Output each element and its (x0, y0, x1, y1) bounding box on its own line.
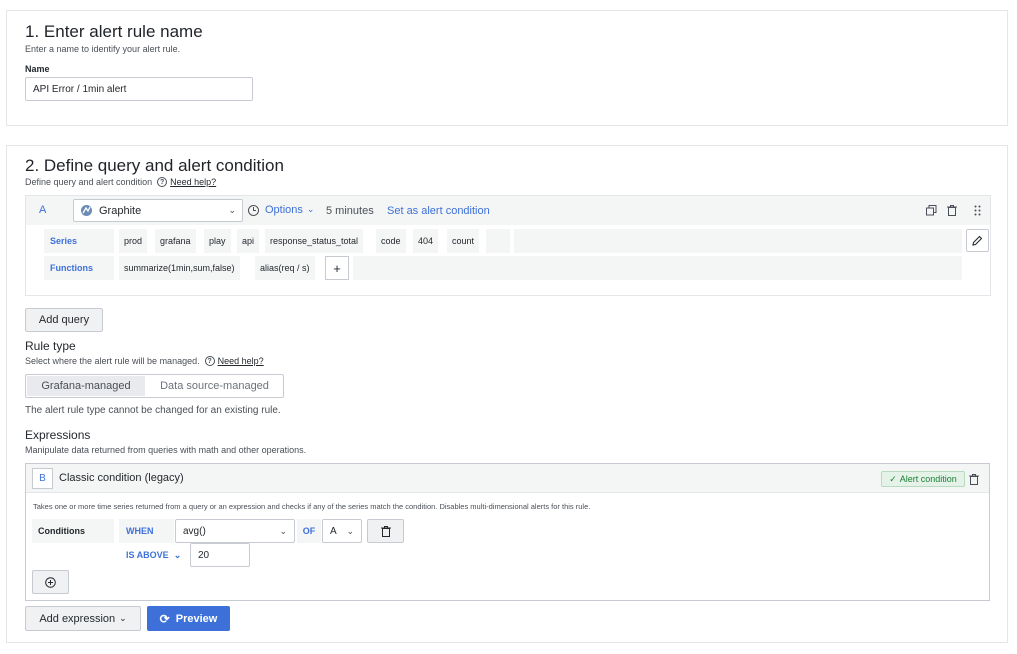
series-row: Series prod grafana play api response_st… (44, 229, 962, 253)
functions-label: Functions (44, 256, 114, 280)
chevron-down-icon: ⌄ (228, 205, 236, 215)
reducer-value: avg() (183, 525, 206, 537)
section-2-description-text: Define query and alert condition (25, 177, 153, 187)
add-expression-button[interactable]: Add expression ⌄ (25, 606, 141, 631)
datasource-picker[interactable]: Graphite ⌄ (73, 199, 243, 222)
drag-handle-icon[interactable] (971, 204, 983, 216)
preview-label: Preview (175, 612, 218, 625)
refresh-icon: ⟳ (159, 611, 170, 626)
functions-row-fill (353, 256, 962, 280)
section-1-title: 1. Enter alert rule name (25, 22, 203, 41)
reducer-select[interactable]: avg() ⌄ (175, 519, 295, 543)
help-icon: ? (157, 177, 168, 187)
section-1-description: Enter a name to identify your alert rule… (25, 44, 181, 54)
trash-icon[interactable] (946, 204, 958, 216)
rule-type-description: Select where the alert rule will be mana… (25, 356, 264, 366)
of-label: OF (297, 519, 321, 543)
plus-circle-icon (45, 576, 56, 588)
expressions-description: Manipulate data returned from queries wi… (25, 445, 307, 455)
options-label: Options (265, 204, 303, 216)
section-2-description: Define query and alert condition ? Need … (25, 177, 216, 187)
clock-icon (248, 205, 259, 216)
series-segment[interactable]: prod (119, 229, 148, 253)
threshold-input[interactable]: 20 (190, 543, 250, 567)
graphite-icon (80, 204, 93, 217)
query-ref-select[interactable]: A ⌄ (322, 519, 362, 543)
chevron-down-icon: ⌄ (306, 204, 315, 214)
rule-type-note: The alert rule type cannot be changed fo… (25, 405, 281, 416)
functions-row: Functions summarize(1min,sum,false) alia… (44, 256, 962, 280)
duplicate-icon[interactable] (925, 204, 937, 216)
series-segment[interactable]: 404 (413, 229, 439, 253)
expression-ref-id[interactable]: B (32, 468, 53, 489)
series-segment[interactable]: code (376, 229, 406, 253)
rule-type-title: Rule type (25, 339, 76, 353)
help-icon: ? (204, 356, 215, 366)
rule-type-description-text: Select where the alert rule will be mana… (25, 356, 200, 366)
preview-button[interactable]: ⟳ Preview (147, 606, 230, 631)
tab-grafana-managed[interactable]: Grafana-managed (27, 376, 145, 396)
series-segment[interactable]: api (237, 229, 260, 253)
trash-icon (380, 525, 391, 537)
name-label: Name (25, 64, 50, 74)
add-expression-label: Add expression (39, 612, 116, 625)
set-alert-condition-link[interactable]: Set as alert condition (387, 205, 490, 217)
series-segment-empty[interactable] (486, 229, 510, 253)
need-help-link[interactable]: Need help? (218, 356, 264, 366)
edit-query-button[interactable] (966, 229, 989, 252)
expressions-title: Expressions (25, 428, 91, 442)
remove-condition-button[interactable] (367, 519, 404, 543)
expression-title: Classic condition (legacy) (59, 472, 184, 484)
chevron-down-icon: ⌄ (279, 525, 287, 536)
series-segment[interactable]: play (204, 229, 231, 253)
function-item[interactable]: summarize(1min,sum,false) (119, 256, 240, 280)
chevron-down-icon: ⌄ (346, 525, 354, 536)
when-label: WHEN (119, 519, 174, 543)
series-segment[interactable]: count (447, 229, 480, 253)
evaluator-label: IS ABOVE (126, 550, 169, 560)
pencil-icon (972, 235, 983, 246)
series-row-fill (514, 229, 962, 253)
chevron-down-icon: ⌄ (173, 549, 182, 560)
options-toggle[interactable]: Options ⌄ (265, 204, 314, 216)
tab-data-source-managed[interactable]: Data source-managed (147, 376, 282, 396)
section-2-title: 2. Define query and alert condition (25, 156, 284, 175)
query-ref-id[interactable]: A (39, 204, 46, 216)
need-help-link[interactable]: Need help? (170, 177, 216, 187)
check-icon: ✓ (889, 473, 897, 484)
alert-name-input[interactable]: API Error / 1min alert (25, 77, 253, 101)
time-range: 5 minutes (326, 205, 374, 217)
add-query-button[interactable]: Add query (25, 308, 103, 332)
datasource-name: Graphite (99, 204, 142, 217)
conditions-label: Conditions (32, 519, 114, 543)
series-label: Series (44, 229, 114, 253)
expression-info: Takes one or more time series returned f… (33, 502, 591, 511)
query-ref-value: A (330, 525, 337, 537)
function-item[interactable]: alias(req / s) (255, 256, 315, 280)
add-condition-button[interactable] (32, 570, 69, 594)
series-segment[interactable]: response_status_total (265, 229, 364, 253)
trash-icon[interactable] (968, 473, 980, 485)
alert-condition-badge: ✓ Alert condition (881, 471, 965, 487)
chevron-down-icon: ⌄ (119, 613, 127, 623)
alert-condition-badge-label: Alert condition (899, 474, 957, 484)
series-segment[interactable]: grafana (155, 229, 196, 253)
add-function-button[interactable]: + (325, 256, 349, 280)
evaluator-select[interactable]: IS ABOVE ⌄ (119, 544, 189, 566)
